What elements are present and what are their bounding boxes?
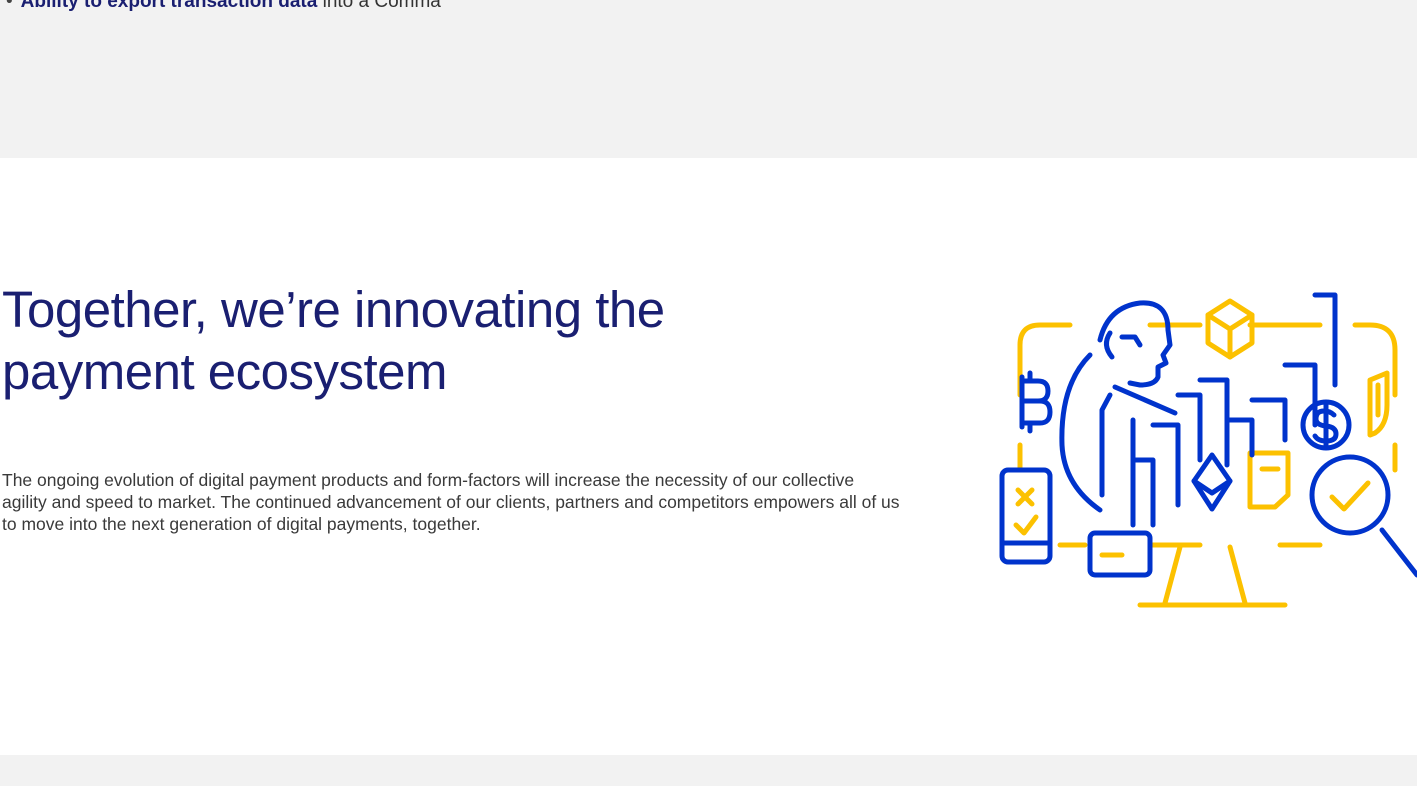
feature-rest-text: into a Comma xyxy=(322,0,441,12)
monitor-stand-icon xyxy=(1137,544,1288,608)
person-icon xyxy=(1059,300,1178,513)
next-section-band xyxy=(0,755,1417,786)
top-feature-band: • Ability to export transaction data into… xyxy=(0,0,1417,158)
cube-icon xyxy=(1205,298,1255,360)
bitcoin-icon xyxy=(1019,370,1053,434)
phone-icon xyxy=(999,467,1053,565)
hero-body-text: The ongoing evolution of digital payment… xyxy=(2,470,900,534)
monitor-frame-icon xyxy=(1017,322,1398,548)
shield-icon xyxy=(1367,370,1390,438)
document-icon xyxy=(1247,450,1291,510)
dollar-coin-icon xyxy=(1300,399,1352,451)
feature-bold-text: Ability to export transaction data xyxy=(20,0,318,12)
card-icon xyxy=(1087,530,1153,578)
bullet-marker: • xyxy=(6,0,13,12)
hero-title: Together, we’re innovating the payment e… xyxy=(2,281,665,400)
magnifier-check-icon xyxy=(1309,454,1417,578)
digital-payments-ecosystem-illustration xyxy=(999,292,1417,608)
feature-bullet-item: • Ability to export transaction data into… xyxy=(6,0,441,13)
